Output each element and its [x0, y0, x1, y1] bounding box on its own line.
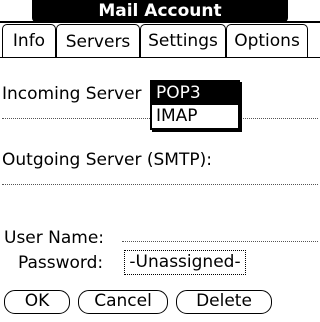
incoming-server-label: Incoming Server: [2, 84, 142, 104]
popup-option-pop3[interactable]: POP3: [152, 82, 238, 105]
password-field[interactable]: -Unassigned-: [124, 250, 246, 275]
user-name-field[interactable]: [122, 241, 318, 242]
ok-button[interactable]: OK: [4, 290, 70, 314]
tab-info[interactable]: Info: [2, 24, 56, 57]
password-label: Password:: [18, 253, 104, 273]
cancel-button[interactable]: Cancel: [78, 290, 168, 314]
title-bar: Mail Account: [0, 0, 320, 23]
tab-servers[interactable]: Servers: [56, 24, 140, 58]
tab-bar: Info Servers Settings Options: [2, 24, 318, 58]
outgoing-server-label: Outgoing Server (SMTP):: [2, 150, 212, 170]
popup-option-imap[interactable]: IMAP: [152, 105, 238, 128]
incoming-server-popup[interactable]: POP3 IMAP: [150, 80, 240, 130]
tab-options[interactable]: Options: [226, 24, 308, 57]
delete-button[interactable]: Delete: [176, 290, 272, 314]
tab-settings[interactable]: Settings: [140, 24, 226, 57]
user-name-label: User Name:: [4, 228, 105, 248]
tab-divider: [0, 57, 320, 58]
outgoing-server-field[interactable]: [2, 184, 318, 185]
window-title: Mail Account: [32, 0, 288, 22]
